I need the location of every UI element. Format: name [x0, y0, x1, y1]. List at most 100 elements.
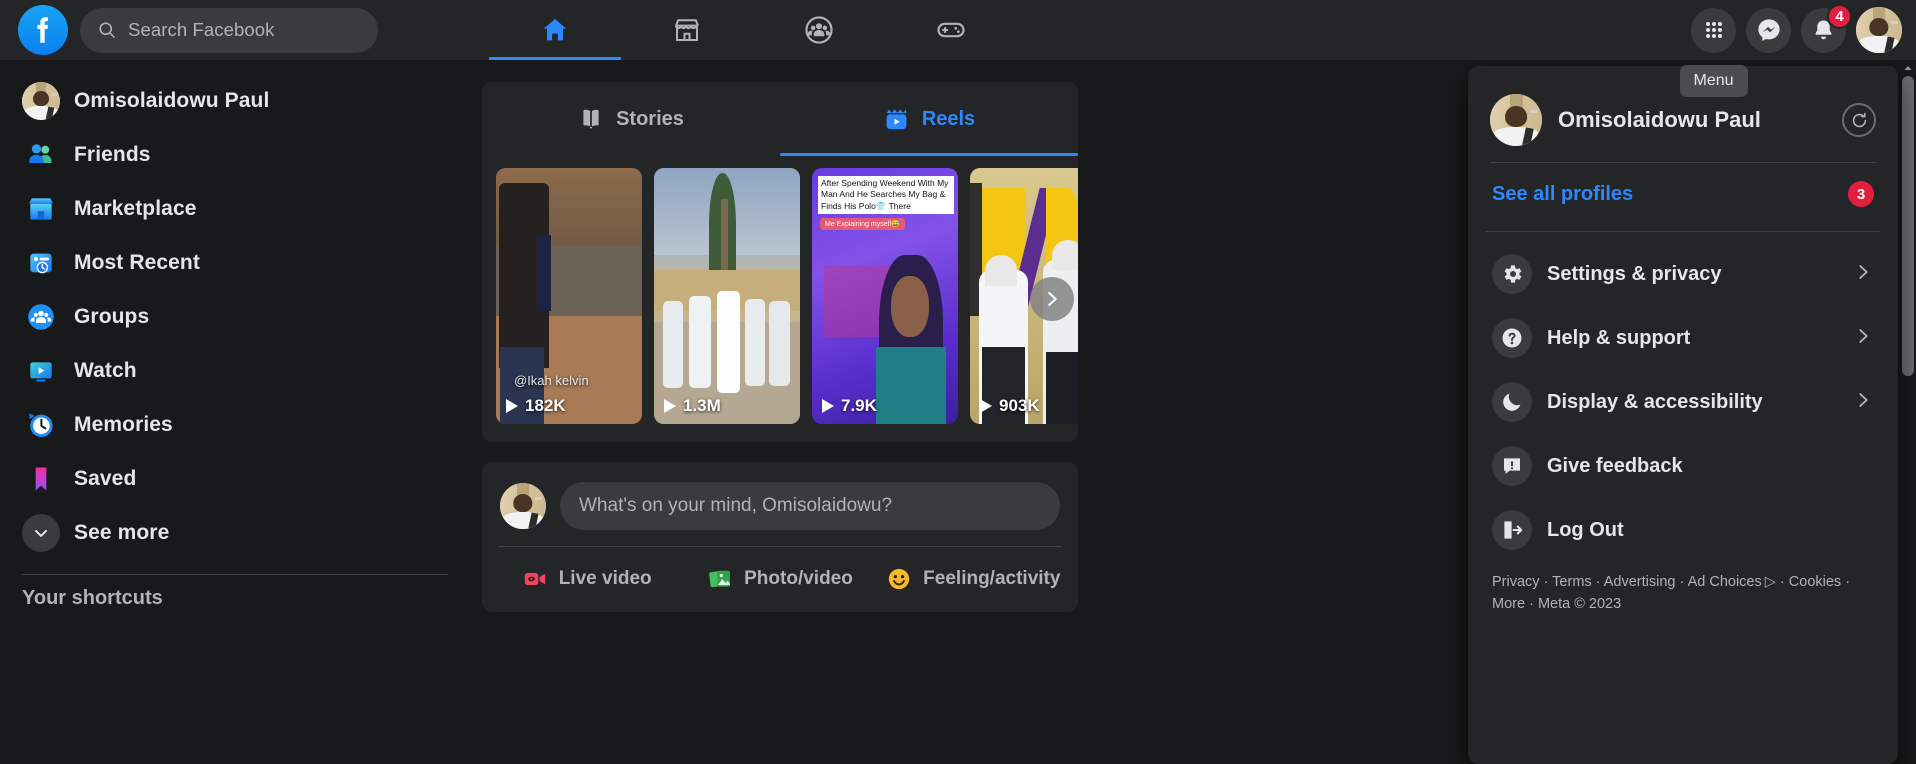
sidebar-divider — [22, 574, 448, 575]
menu-tooltip: Menu — [1679, 64, 1748, 97]
sidebar-item-see-more[interactable]: See more — [12, 506, 458, 560]
sidebar-item-label: Marketplace — [74, 197, 197, 220]
menu-item-label: Help & support — [1547, 326, 1691, 349]
top-navigation-bar: Search Facebook Menu 4 — [0, 0, 1916, 97]
sidebar-item-friends[interactable]: Friends — [12, 128, 458, 182]
notifications-button[interactable]: 4 — [1801, 3, 1852, 53]
action-label: Photo/video — [744, 568, 853, 589]
facebook-logo-icon[interactable] — [18, 5, 68, 55]
page-scrollbar[interactable] — [1900, 60, 1916, 764]
composer-avatar[interactable] — [500, 483, 546, 529]
chevron-right-icon — [1852, 261, 1874, 287]
scrollbar-thumb[interactable] — [1902, 76, 1914, 376]
feeling-activity-button[interactable]: Feeling/activity — [877, 556, 1070, 602]
topbar-left-section: Search Facebook — [0, 5, 378, 55]
feeling-activity-icon — [888, 568, 910, 590]
nav-tab-gaming[interactable] — [885, 0, 1017, 60]
shortcuts-heading: Your shortcuts — [22, 587, 163, 609]
footer-link-advertising[interactable]: Advertising — [1604, 574, 1676, 590]
sidebar-item-watch[interactable]: Watch — [12, 344, 458, 398]
reel-thumbnail[interactable]: @Ikah kelvin 182K — [496, 168, 642, 424]
profile-separator — [1490, 162, 1876, 163]
search-placeholder: Search Facebook — [128, 19, 275, 40]
footer-link-more[interactable]: More — [1492, 596, 1525, 612]
reel-caption-secondary: Me Explaining myself😅 — [820, 218, 905, 230]
menu-item-give-feedback[interactable]: Give feedback — [1480, 434, 1886, 498]
question-mark-icon — [1492, 318, 1532, 358]
sidebar-item-profile[interactable]: Omisolaidowu Paul — [12, 74, 458, 128]
menu-item-label: Display & accessibility — [1547, 390, 1763, 413]
sidebar-item-marketplace[interactable]: Marketplace — [12, 182, 458, 236]
search-icon — [99, 22, 115, 38]
marketplace-icon — [22, 190, 60, 228]
footer-link-privacy[interactable]: Privacy — [1492, 574, 1540, 590]
reel-views: 7.9K — [822, 396, 877, 416]
messenger-icon — [1757, 19, 1780, 41]
reel-views: 182K — [506, 396, 566, 416]
menu-grid-button[interactable]: Menu — [1679, 7, 1748, 97]
tab-stories[interactable]: Stories — [482, 82, 780, 156]
footer-link-cookies[interactable]: Cookies — [1789, 574, 1841, 590]
see-all-profiles-row[interactable]: See all profiles 3 — [1480, 167, 1886, 221]
reels-clapper-icon — [886, 108, 907, 129]
chevron-right-icon — [1852, 389, 1874, 415]
reel-views: 903K — [980, 396, 1040, 416]
reel-thumbnail[interactable]: After Spending Weekend With My Man And H… — [812, 168, 958, 424]
play-icon — [980, 399, 992, 413]
sep: · — [1591, 574, 1604, 590]
post-input-placeholder: What's on your mind, Omisolaidowu? — [579, 495, 893, 516]
menu-item-help-support[interactable]: Help & support — [1480, 306, 1886, 370]
tab-reels[interactable]: Reels — [780, 82, 1078, 156]
reels-next-button[interactable] — [1030, 277, 1074, 321]
sep: · — [1539, 574, 1553, 590]
saved-bookmark-icon — [22, 460, 60, 498]
photo-video-button[interactable]: Photo/video — [683, 556, 876, 602]
refresh-account-icon[interactable] — [1842, 103, 1876, 137]
moon-icon — [1492, 382, 1532, 422]
log-out-icon — [1492, 510, 1532, 550]
sidebar-item-groups[interactable]: Groups — [12, 290, 458, 344]
play-icon — [664, 399, 676, 413]
live-video-button[interactable]: Live video — [490, 556, 683, 602]
grid-menu-icon — [1705, 22, 1722, 38]
profile-card: Omisolaidowu Paul See all profiles 3 — [1480, 78, 1886, 221]
menu-item-log-out[interactable]: Log Out — [1480, 498, 1886, 562]
gaming-controller-icon — [937, 22, 965, 38]
chevron-up-icon — [1904, 66, 1912, 70]
messenger-button[interactable] — [1746, 7, 1791, 53]
chevron-down-icon — [22, 514, 60, 552]
ad-choices-icon: ▷ — [1764, 574, 1776, 590]
scroll-up-arrow[interactable] — [1900, 60, 1916, 76]
tab-label: Reels — [921, 107, 976, 130]
menu-item-display-accessibility[interactable]: Display & accessibility — [1480, 370, 1886, 434]
memories-clock-icon — [22, 406, 60, 444]
footer-link-ad-choices[interactable]: Ad Choices — [1688, 574, 1762, 590]
nav-tab-marketplace[interactable] — [621, 0, 753, 60]
post-input[interactable]: What's on your mind, Omisolaidowu? — [560, 482, 1060, 530]
reel-caption: After Spending Weekend With My Man And H… — [818, 176, 954, 215]
sidebar-item-saved[interactable]: Saved — [12, 452, 458, 506]
topbar-nav-tabs — [489, 0, 1017, 60]
sep: · — [1775, 574, 1789, 590]
play-icon — [506, 399, 518, 413]
footer-meta-copyright: Meta © 2023 — [1537, 595, 1622, 612]
profile-name: Omisolaidowu Paul — [1558, 107, 1761, 132]
gear-icon — [1492, 254, 1532, 294]
avatar — [1856, 7, 1902, 53]
footer-line-1: Privacy · Terms · Advertising · Ad Choic… — [1492, 574, 1850, 612]
nav-tab-groups[interactable] — [753, 0, 885, 60]
sidebar-item-most-recent[interactable]: Most Recent — [12, 236, 458, 290]
play-icon — [822, 399, 834, 413]
search-input[interactable]: Search Facebook — [80, 7, 378, 53]
reel-thumbnail[interactable]: 1.3M — [654, 168, 800, 424]
reel-views: 1.3M — [664, 396, 721, 416]
left-sidebar: Omisolaidowu Paul Friends Marketplace Mo… — [0, 60, 470, 764]
see-all-profiles-label: See all profiles — [1492, 182, 1634, 205]
profiles-count-badge: 3 — [1848, 181, 1874, 207]
home-icon — [543, 19, 567, 41]
footer-link-terms[interactable]: Terms — [1552, 574, 1591, 590]
sidebar-item-memories[interactable]: Memories — [12, 398, 458, 452]
menu-item-settings-privacy[interactable]: Settings & privacy — [1480, 242, 1886, 306]
nav-tab-home[interactable] — [489, 0, 621, 60]
account-avatar-button[interactable] — [1856, 7, 1902, 53]
